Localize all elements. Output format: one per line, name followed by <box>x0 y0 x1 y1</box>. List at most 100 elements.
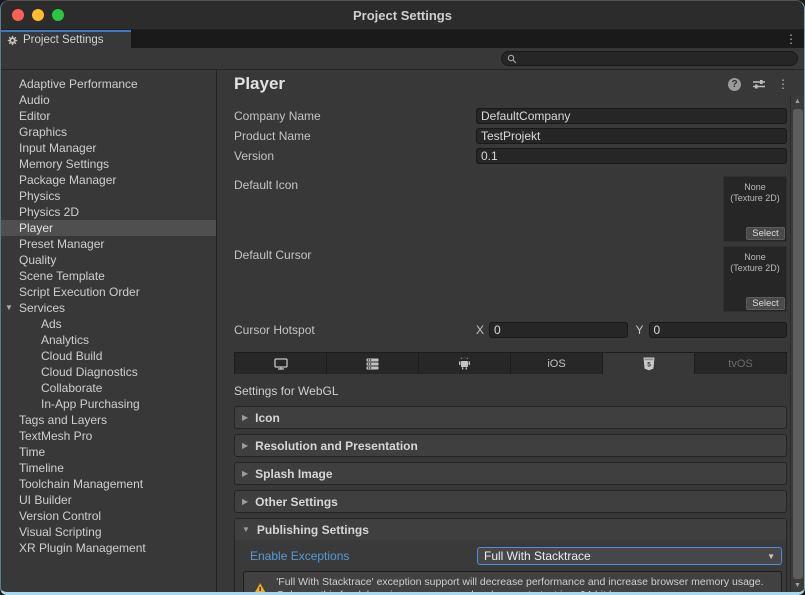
sidebar-item-editor[interactable]: Editor <box>1 108 216 124</box>
sidebar-item-toolchain-management[interactable]: Toolchain Management <box>1 476 216 492</box>
sidebar-item-adaptive-performance[interactable]: Adaptive Performance <box>1 76 216 92</box>
platform-tab-tvos[interactable]: tvOS <box>695 353 786 374</box>
html5-icon: 5 <box>643 357 655 371</box>
default-icon-label: Default Icon <box>234 178 476 192</box>
scroll-up-icon[interactable]: ▲ <box>791 96 804 108</box>
sidebar-item-ads[interactable]: Ads <box>1 316 216 332</box>
svg-text:5: 5 <box>647 361 651 368</box>
scroll-down-icon[interactable]: ▼ <box>791 580 804 592</box>
product-name-input[interactable]: TestProjekt <box>476 128 787 144</box>
chevron-down-icon: ▼ <box>242 525 250 534</box>
sidebar-item-textmesh-pro[interactable]: TextMesh Pro <box>1 428 216 444</box>
page-title: Player <box>234 74 285 94</box>
platform-tab-standalone[interactable] <box>235 353 327 374</box>
warning-icon <box>253 578 267 592</box>
version-label: Version <box>234 149 476 163</box>
enable-exceptions-row: Enable Exceptions Full With Stacktrace ▼ <box>250 547 782 565</box>
chevron-right-icon: ▶ <box>242 469 248 478</box>
sidebar-item-xr-plugin-management[interactable]: XR Plugin Management <box>1 540 216 556</box>
cursor-hotspot-label: Cursor Hotspot <box>234 323 476 337</box>
sidebar-item-scene-template[interactable]: Scene Template <box>1 268 216 284</box>
panel-menu-icon[interactable]: ⋮ <box>777 78 789 90</box>
titlebar: Project Settings <box>1 1 804 30</box>
vertical-scrollbar[interactable]: ▲ ▼ <box>790 96 804 592</box>
sidebar-item-collaborate[interactable]: Collaborate <box>1 380 216 396</box>
hotspot-y-input[interactable]: 0 <box>649 322 787 338</box>
default-cursor-object-well[interactable]: None(Texture 2D) Select <box>723 246 787 312</box>
search-icon <box>507 54 517 64</box>
section-splash-image[interactable]: ▶ Splash Image <box>234 462 787 485</box>
default-icon-object-well[interactable]: None(Texture 2D) Select <box>723 176 787 242</box>
sidebar-item-timeline[interactable]: Timeline <box>1 460 216 476</box>
chevron-down-icon[interactable]: ▼ <box>5 300 13 316</box>
gear-icon <box>7 35 18 46</box>
hotspot-x-input[interactable]: 0 <box>489 322 627 338</box>
sidebar-item-in-app-purchasing[interactable]: In-App Purchasing <box>1 396 216 412</box>
section-icon[interactable]: ▶ Icon <box>234 406 787 429</box>
platform-tab-webgl[interactable]: 5 <box>603 353 695 374</box>
help-icon[interactable]: ? <box>728 78 741 91</box>
version-row: Version 0.1 <box>234 146 787 166</box>
sidebar-item-physics-2d[interactable]: Physics 2D <box>1 204 216 220</box>
chevron-right-icon: ▶ <box>242 441 248 450</box>
publishing-settings-header[interactable]: ▼ Publishing Settings <box>235 519 786 540</box>
exception-warning-helpbox: 'Full With Stacktrace' exception support… <box>243 571 782 592</box>
sidebar-item-cloud-diagnostics[interactable]: Cloud Diagnostics <box>1 364 216 380</box>
tab-project-settings[interactable]: Project Settings <box>1 30 131 48</box>
chevron-right-icon: ▶ <box>242 497 248 506</box>
default-cursor-row: Default Cursor None(Texture 2D) Select <box>234 246 787 314</box>
section-resolution-and-presentation[interactable]: ▶ Resolution and Presentation <box>234 434 787 457</box>
sidebar-item-ui-builder[interactable]: UI Builder <box>1 492 216 508</box>
sidebar-item-script-execution-order[interactable]: Script Execution Order <box>1 284 216 300</box>
sidebar-item-audio[interactable]: Audio <box>1 92 216 108</box>
platform-tab-android[interactable] <box>419 353 511 374</box>
platform-tab-dedicated-server[interactable] <box>327 353 419 374</box>
sidebar-item-preset-manager[interactable]: Preset Manager <box>1 236 216 252</box>
default-cursor-select-button[interactable]: Select <box>746 297 785 310</box>
product-name-row: Product Name TestProjekt <box>234 126 787 146</box>
sidebar-item-memory-settings[interactable]: Memory Settings <box>1 156 216 172</box>
server-icon <box>366 358 379 370</box>
scrollbar-thumb[interactable] <box>793 109 803 579</box>
search-input[interactable] <box>501 51 798 66</box>
panel-header: Player ? ⋮ <box>217 70 804 96</box>
sidebar-item-services[interactable]: ▼Services <box>1 300 216 316</box>
cursor-hotspot-row: Cursor Hotspot X 0 Y 0 <box>234 320 787 340</box>
sidebar-item-graphics[interactable]: Graphics <box>1 124 216 140</box>
warning-text: 'Full With Stacktrace' exception support… <box>276 576 769 592</box>
sidebar-item-time[interactable]: Time <box>1 444 216 460</box>
sidebar-item-visual-scripting[interactable]: Visual Scripting <box>1 524 216 540</box>
window-title: Project Settings <box>1 8 804 23</box>
content-split: Adaptive Performance Audio Editor Graphi… <box>1 70 804 592</box>
tab-label: Project Settings <box>23 34 104 46</box>
sidebar-item-cloud-build[interactable]: Cloud Build <box>1 348 216 364</box>
default-icon-select-button[interactable]: Select <box>746 227 785 240</box>
sidebar-item-quality[interactable]: Quality <box>1 252 216 268</box>
company-name-input[interactable]: DefaultCompany <box>476 108 787 124</box>
sidebar-item-tags-and-layers[interactable]: Tags and Layers <box>1 412 216 428</box>
project-settings-window: Project Settings Project Settings ⋮ <box>0 0 805 595</box>
platform-tab-bar: iOS 5 tvOS <box>234 352 787 374</box>
company-name-label: Company Name <box>234 109 476 123</box>
platform-tab-ios[interactable]: iOS <box>511 353 603 374</box>
preset-icon[interactable] <box>752 78 766 90</box>
hotspot-x-label: X <box>476 323 484 337</box>
hotspot-y-label: Y <box>636 323 644 337</box>
sidebar-item-analytics[interactable]: Analytics <box>1 332 216 348</box>
tab-strip-menu-icon[interactable]: ⋮ <box>785 33 797 45</box>
enable-exceptions-dropdown[interactable]: Full With Stacktrace ▼ <box>477 547 782 565</box>
settings-category-list: Adaptive Performance Audio Editor Graphi… <box>1 70 217 592</box>
sidebar-item-version-control[interactable]: Version Control <box>1 508 216 524</box>
sidebar-item-package-manager[interactable]: Package Manager <box>1 172 216 188</box>
version-input[interactable]: 0.1 <box>476 148 787 164</box>
player-settings-panel: Player ? ⋮ Company Name Defa <box>217 70 804 592</box>
settings-toolbar <box>1 48 804 70</box>
enable-exceptions-label[interactable]: Enable Exceptions <box>250 549 477 563</box>
sidebar-item-physics[interactable]: Physics <box>1 188 216 204</box>
sidebar-item-input-manager[interactable]: Input Manager <box>1 140 216 156</box>
chevron-right-icon: ▶ <box>242 413 248 422</box>
section-other-settings[interactable]: ▶ Other Settings <box>234 490 787 513</box>
sidebar-item-player[interactable]: Player <box>1 220 216 236</box>
company-name-row: Company Name DefaultCompany <box>234 106 787 126</box>
scroll-area: Company Name DefaultCompany Product Name… <box>217 96 804 592</box>
